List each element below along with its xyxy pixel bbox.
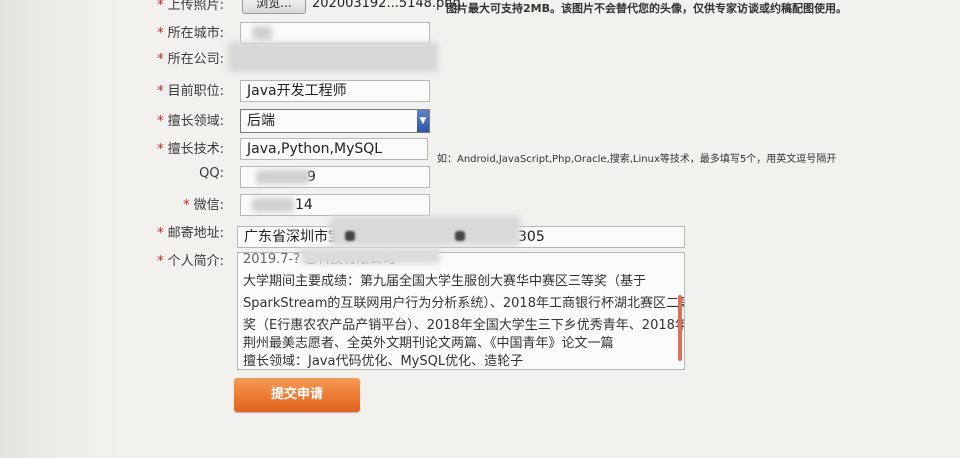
domain-select[interactable]: 后端 ▼: [240, 109, 430, 133]
bio-line: 奖（E行惠农农产品产销平台）、2018年全国大学生三下乡优秀青年、2018年: [243, 318, 685, 333]
city-label: * 所在城市:: [157, 26, 224, 41]
submit-button[interactable]: 提交申请: [234, 378, 360, 412]
tech-hint: 如：Android,JavaScript,Php,Oracle,搜索,Linux…: [437, 154, 837, 165]
bio-line: 擅长领域：Java代码优化、MySQL优化、造轮子: [243, 354, 524, 369]
redacted-address-mark: [455, 231, 465, 241]
chevron-down-icon[interactable]: ▼: [417, 110, 429, 132]
address-label: * 邮寄地址:: [157, 226, 224, 241]
upload-hint: 图片最大可支持2MB。该图片不会替代您的头像，仅供专家访谈或约稿配图使用。: [446, 2, 847, 15]
bio-textarea[interactable]: 2019.7-? 思科技有限公司 大学期间主要成绩：第九届全国大学生服创大赛华中…: [237, 252, 685, 370]
wechat-label: * 微信:: [183, 198, 224, 213]
tech-label: * 擅长技术:: [157, 142, 224, 157]
screen-bezel: [0, 0, 120, 458]
position-field[interactable]: Java开发工程师: [240, 80, 430, 102]
upload-label: * 上传照片:: [157, 0, 224, 13]
browse-button[interactable]: 浏览...: [242, 0, 306, 14]
company-label: * 所在公司:: [157, 52, 224, 67]
domain-select-value: 后端: [247, 113, 275, 129]
redacted-city: [252, 26, 272, 40]
redacted-company: [228, 42, 438, 72]
tech-field[interactable]: Java,Python,MySQL: [240, 138, 428, 160]
textarea-scrollbar[interactable]: [678, 295, 682, 361]
redacted-address: [330, 216, 520, 246]
redacted-wechat: [252, 198, 294, 212]
bio-label: * 个人简介:: [157, 254, 224, 269]
redacted-bio: [300, 248, 440, 264]
position-label: * 目前职位:: [157, 84, 224, 99]
file-name: 202003192...5148.png: [312, 0, 461, 11]
domain-label: * 擅长领域:: [157, 114, 224, 129]
bio-line: 荆州最美志愿者、全英外文期刊论文两篇、《中国青年》论文一篇: [243, 336, 614, 351]
redacted-qq: [256, 170, 310, 184]
bio-line: SparkStream的互联网用户行为分析系统）、2018年工商银行杯湖北赛区二…: [243, 296, 685, 311]
bio-line: 大学期间主要成绩：第九届全国大学生服创大赛华中赛区三等奖（基于: [243, 274, 647, 289]
redacted-address-mark: [345, 231, 355, 241]
qq-label: QQ:: [199, 166, 224, 181]
